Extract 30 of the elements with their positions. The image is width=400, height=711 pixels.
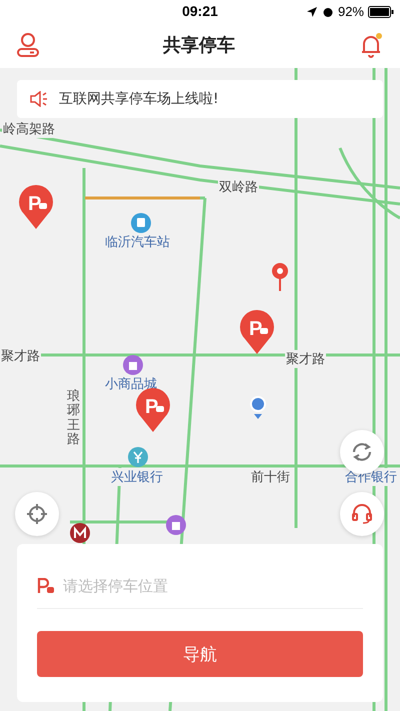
- map-label: 双岭路: [218, 178, 259, 196]
- map-label: 前十街: [250, 468, 291, 486]
- crosshair-icon: [25, 502, 49, 526]
- speaker-icon: [29, 91, 49, 107]
- headset-icon: [350, 502, 374, 526]
- location-arrow-icon: [306, 6, 318, 18]
- current-location-icon: [249, 396, 267, 420]
- map-label: 兴业银行: [110, 468, 164, 486]
- refresh-icon: [350, 440, 374, 464]
- battery-percent: 92%: [338, 4, 364, 19]
- navigate-button[interactable]: 导航: [37, 631, 363, 677]
- customer-service-button[interactable]: [340, 492, 384, 536]
- parking-location-field[interactable]: 请选择停车位置: [61, 576, 363, 596]
- battery-icon: [368, 6, 394, 18]
- parking-pin-icon[interactable]: P: [238, 308, 276, 356]
- parking-icon: [37, 578, 55, 594]
- map-label: 岭高架路: [2, 120, 56, 138]
- map-label: 临沂汽车站: [104, 233, 171, 251]
- map-label: 小商品城: [104, 375, 158, 393]
- parking-pin-icon[interactable]: P: [17, 183, 55, 231]
- map-label: 聚才路: [285, 350, 326, 368]
- user-icon[interactable]: [16, 32, 40, 58]
- notice-text: 互联网共享停车场上线啦!: [59, 90, 219, 108]
- app-title: 共享停车: [163, 34, 235, 57]
- bank-icon: [128, 447, 148, 467]
- map-label: 琅琊王路: [66, 390, 81, 448]
- map-label: 聚才路: [0, 347, 41, 365]
- locate-button[interactable]: [15, 492, 59, 536]
- status-time: 09:21: [182, 3, 218, 19]
- location-pin-icon: [270, 262, 290, 292]
